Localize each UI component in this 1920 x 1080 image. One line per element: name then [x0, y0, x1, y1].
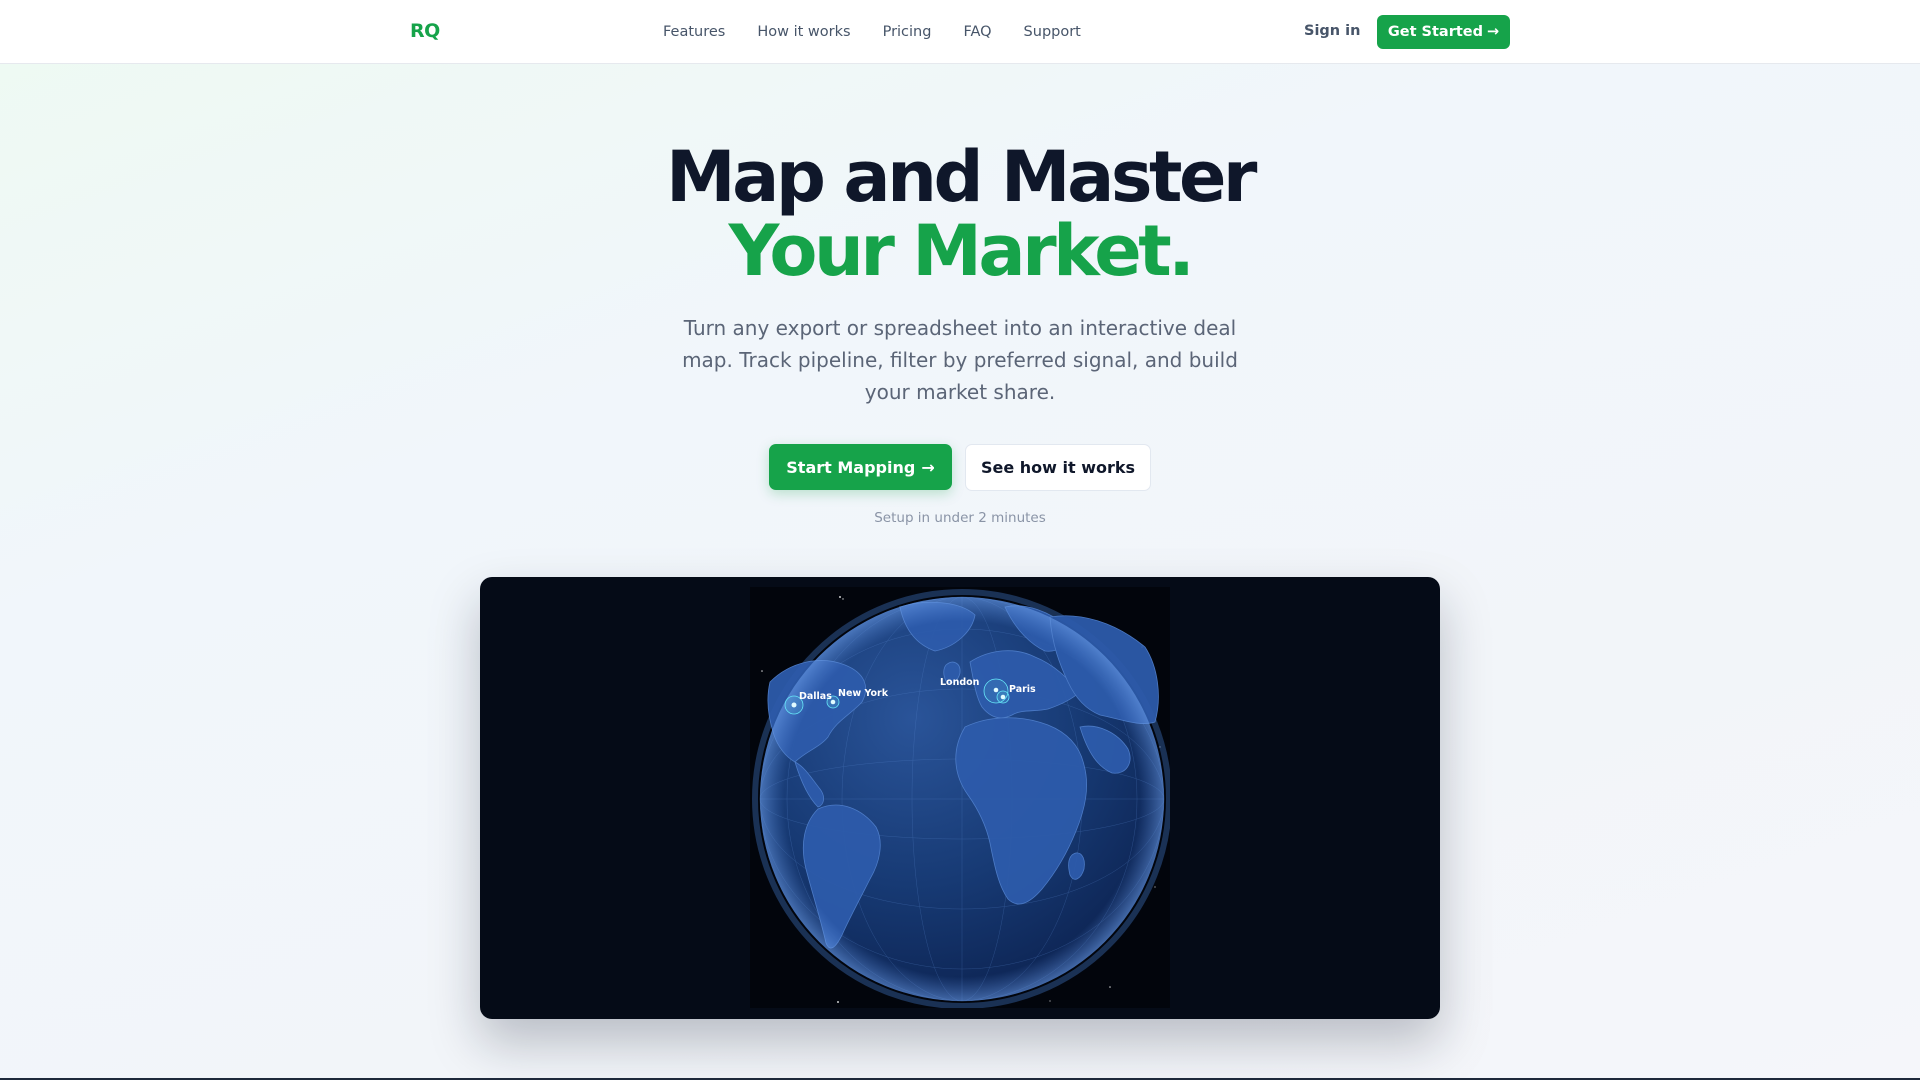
city-label-dallas: Dallas [799, 691, 832, 702]
hero-title-line1: Map and Master [666, 136, 1257, 218]
get-started-label: Get Started [1387, 24, 1483, 40]
hero-title: Map and Master Your Market. [0, 140, 1920, 288]
nav-links: Features How it works Pricing FAQ Suppor… [663, 0, 1081, 64]
nav-link-support[interactable]: Support [1024, 24, 1081, 40]
marker-paris[interactable] [996, 690, 1010, 704]
arrow-right-icon: → [921, 457, 935, 477]
sign-in-link[interactable]: Sign in [1304, 23, 1360, 39]
city-label-paris: Paris [1009, 684, 1036, 695]
setup-note: Setup in under 2 minutes [874, 510, 1046, 526]
arrow-right-icon: → [1487, 24, 1500, 40]
city-label-new-york: New York [838, 688, 889, 699]
start-mapping-button[interactable]: Start Mapping → [769, 444, 952, 490]
map-preview-card: Dallas New York London Paris [480, 577, 1440, 1019]
nav-link-features[interactable]: Features [663, 24, 725, 40]
hero-title-line2: Your Market. [728, 210, 1195, 292]
see-how-it-works-button[interactable]: See how it works [965, 444, 1151, 491]
get-started-button[interactable]: Get Started → [1377, 15, 1510, 49]
logo[interactable]: RQ [410, 20, 440, 42]
hero-subtitle: Turn any export or spreadsheet into an i… [682, 316, 1238, 404]
nav-link-faq[interactable]: FAQ [963, 24, 991, 40]
globe-map[interactable]: Dallas New York London Paris [750, 587, 1170, 1008]
globe-illustration: Dallas New York London Paris [752, 589, 1170, 1008]
nav-link-how-it-works[interactable]: How it works [757, 24, 850, 40]
start-mapping-label: Start Mapping [786, 457, 916, 477]
nav-link-pricing[interactable]: Pricing [883, 24, 932, 40]
top-nav: RQ Features How it works Pricing FAQ Sup… [0, 0, 1920, 64]
city-label-london: London [940, 677, 980, 688]
